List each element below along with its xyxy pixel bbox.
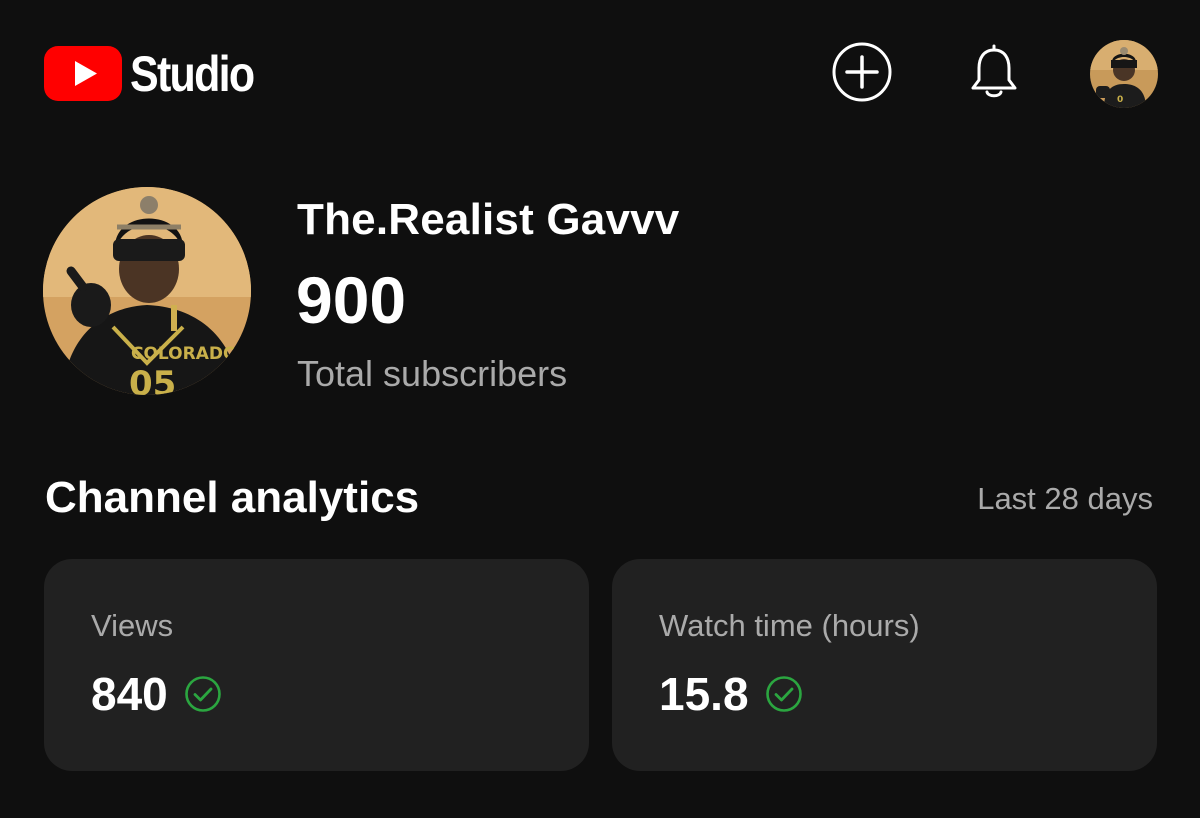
views-value: 840: [91, 668, 168, 720]
svg-text:05: 05: [129, 364, 176, 395]
bell-icon: [971, 44, 1017, 98]
account-avatar-image: 0: [1090, 40, 1158, 108]
studio-dashboard: Studio 0 COLORADO 05 The.Realist Gavvv 9…: [0, 0, 1200, 818]
svg-text:COLORADO: COLORADO: [131, 344, 237, 364]
notifications-button[interactable]: [963, 41, 1025, 103]
channel-avatar-image: COLORADO 05: [43, 187, 251, 395]
app-name: Studio: [130, 45, 255, 102]
studio-logo[interactable]: Studio: [44, 46, 274, 101]
channel-name: The.Realist Gavvv: [297, 195, 680, 244]
subscriber-count: 900: [296, 263, 407, 337]
watch-time-card[interactable]: Watch time (hours) 15.8: [612, 559, 1157, 771]
youtube-play-icon: [44, 46, 122, 101]
analytics-period[interactable]: Last 28 days: [977, 481, 1153, 516]
views-label: Views: [91, 608, 174, 643]
subscriber-label: Total subscribers: [297, 353, 568, 394]
create-button[interactable]: [831, 41, 893, 103]
account-avatar[interactable]: 0: [1090, 40, 1158, 108]
check-circle-icon: [184, 676, 221, 713]
channel-avatar[interactable]: COLORADO 05: [43, 187, 251, 395]
analytics-title: Channel analytics: [45, 473, 420, 522]
svg-text:0: 0: [1117, 95, 1123, 105]
views-value-row: 840: [91, 669, 222, 720]
watch-time-value-row: 15.8: [659, 669, 803, 720]
plus-circle-icon: [832, 42, 892, 102]
watch-time-value: 15.8: [659, 668, 749, 720]
check-circle-icon: [765, 676, 802, 713]
watch-time-label: Watch time (hours): [659, 608, 920, 643]
views-card[interactable]: Views 840: [44, 559, 589, 771]
